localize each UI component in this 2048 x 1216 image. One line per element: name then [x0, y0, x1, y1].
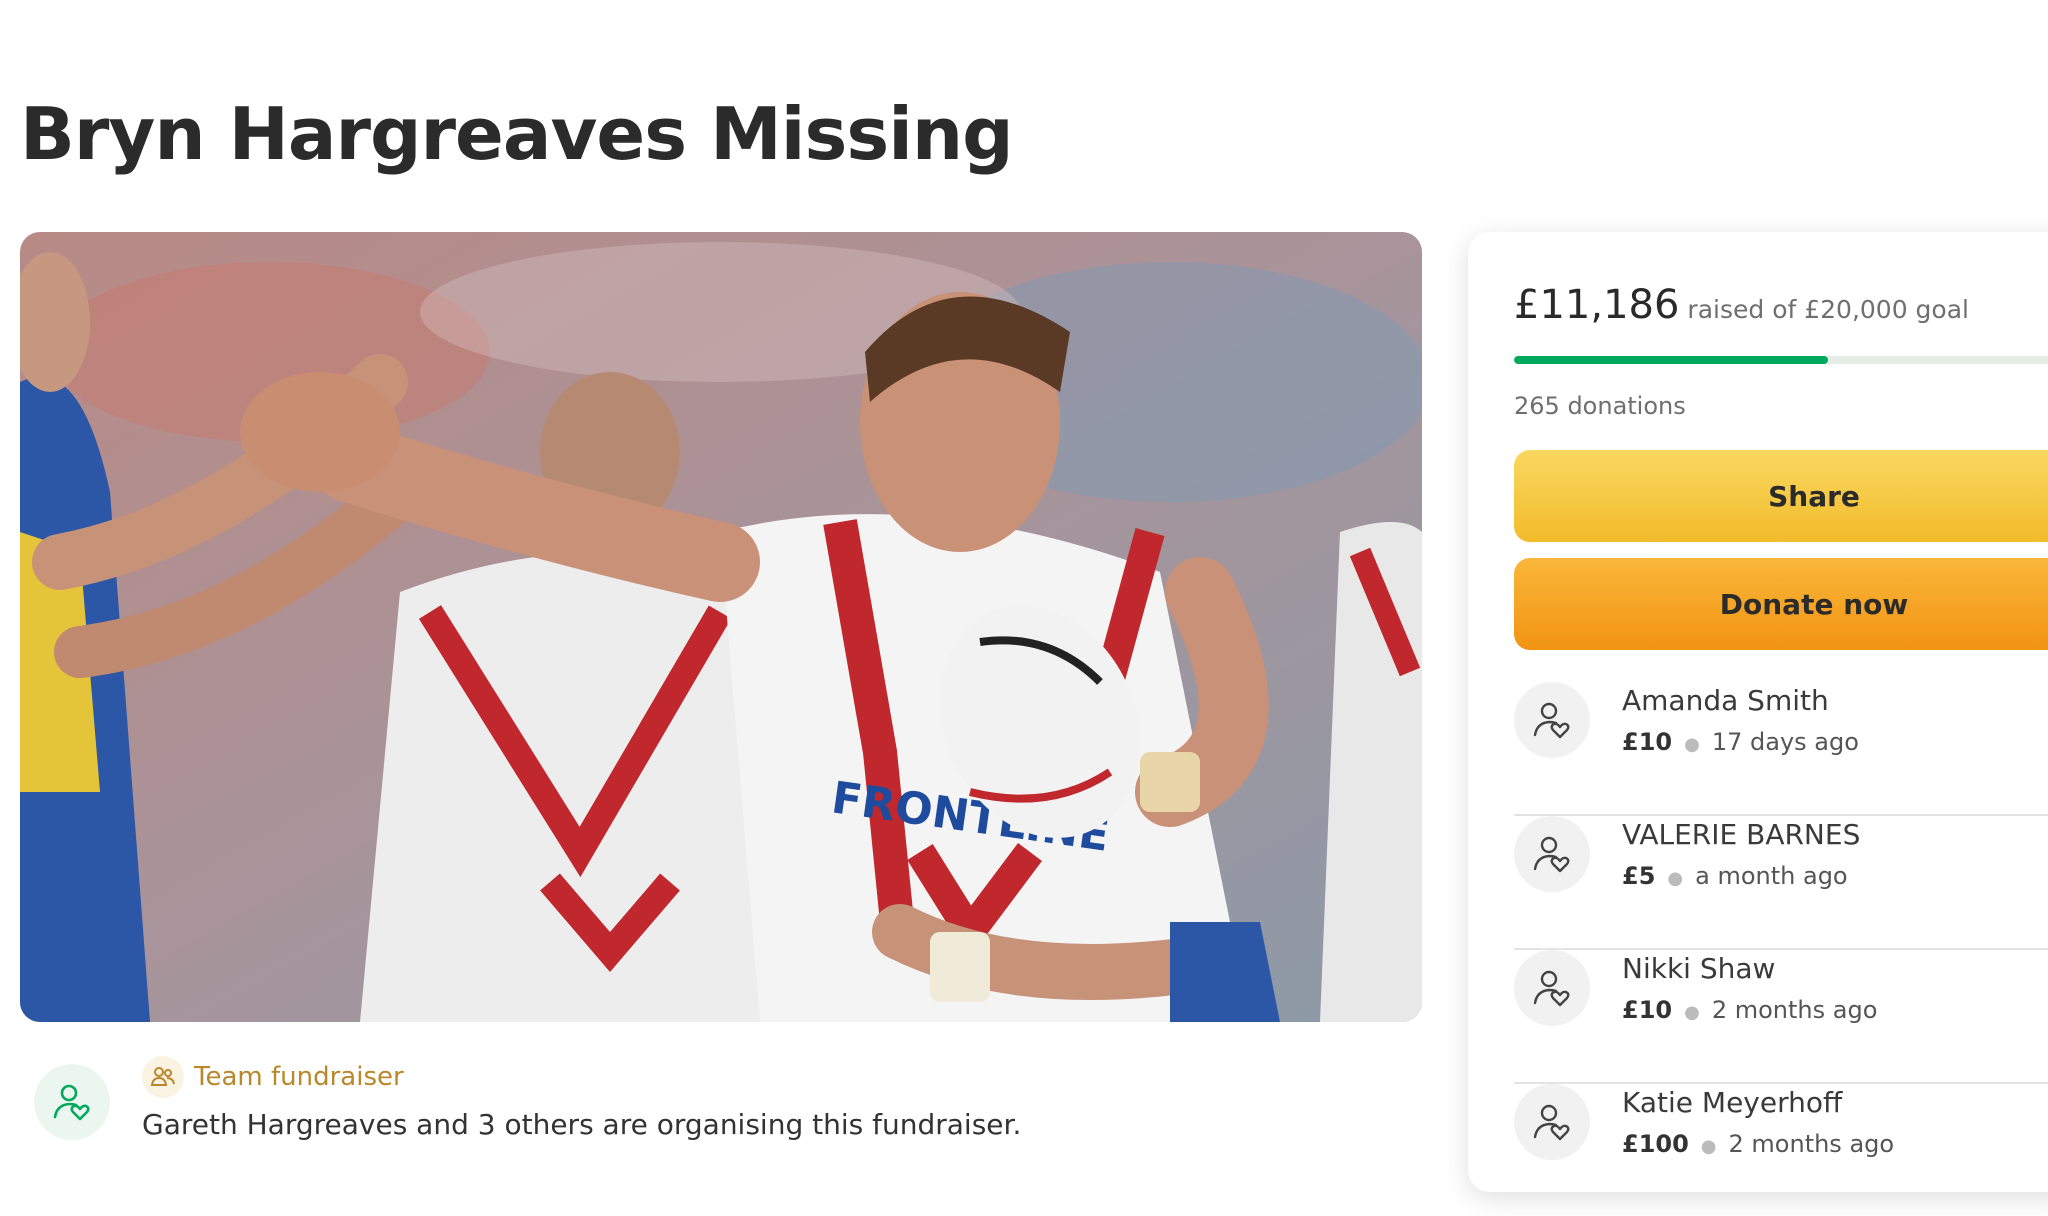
donation-time: 17 days ago	[1711, 728, 1859, 756]
donor-meta: £100 ● 2 months ago	[1622, 1130, 1894, 1158]
donor-list-item: Nikki Shaw £10 ● 2 months ago	[1514, 948, 2048, 1084]
donor-meta: £5 ● a month ago	[1622, 862, 1848, 890]
donation-amount: £5	[1622, 862, 1656, 890]
raised-amount: £11,186	[1514, 282, 1680, 328]
donation-time: 2 months ago	[1728, 1130, 1895, 1158]
donor-avatar	[1514, 682, 1590, 758]
separator-dot: ●	[1684, 1002, 1700, 1023]
hero-image: FRONTLINE	[20, 232, 1422, 1022]
donate-button-label: Donate now	[1719, 588, 1909, 621]
team-fundraiser-label: Team fundraiser	[194, 1062, 404, 1092]
donation-amount: £10	[1622, 996, 1673, 1024]
organiser-avatar	[34, 1064, 110, 1140]
donor-list-item: Katie Meyerhoff £100 ● 2 months ago	[1514, 1082, 2048, 1216]
donor-name: Amanda Smith	[1622, 684, 1829, 717]
donor-meta: £10 ● 2 months ago	[1622, 996, 1877, 1024]
page-title: Bryn Hargreaves Missing	[20, 92, 1014, 176]
person-heart-icon	[1533, 1104, 1570, 1141]
donor-meta: £10 ● 17 days ago	[1622, 728, 1859, 756]
person-heart-icon	[1533, 836, 1570, 873]
donor-list-item: VALERIE BARNES £5 ● a month ago	[1514, 814, 2048, 950]
people-icon	[142, 1056, 184, 1098]
person-heart-icon	[1533, 702, 1570, 739]
donor-name: VALERIE BARNES	[1622, 818, 1861, 851]
donation-time: a month ago	[1695, 862, 1848, 890]
donor-avatar	[1514, 950, 1590, 1026]
donor-name: Katie Meyerhoff	[1622, 1086, 1843, 1119]
organiser-description: Gareth Hargreaves and 3 others are organ…	[142, 1108, 1022, 1141]
share-button[interactable]: Share	[1514, 450, 2048, 542]
team-fundraiser-badge: Team fundraiser	[142, 1056, 404, 1098]
share-button-label: Share	[1768, 480, 1860, 513]
goal-text: raised of £20,000 goal	[1687, 295, 1969, 324]
progress-bar	[1514, 356, 2048, 364]
donate-now-button[interactable]: Donate now	[1514, 558, 2048, 650]
donation-count: 265 donations	[1514, 392, 1686, 420]
donation-panel: £11,186 raised of £20,000 goal 265 donati…	[1468, 232, 2048, 1192]
person-heart-icon	[53, 1084, 90, 1121]
person-heart-icon	[1533, 970, 1570, 1007]
amount-raised: £11,186 raised of £20,000 goal	[1514, 282, 1969, 328]
donation-amount: £100	[1622, 1130, 1689, 1158]
donation-time: 2 months ago	[1711, 996, 1878, 1024]
donation-amount: £10	[1622, 728, 1673, 756]
donor-avatar	[1514, 1084, 1590, 1160]
separator-dot: ●	[1667, 868, 1684, 889]
donor-list-item: Amanda Smith £10 ● 17 days ago	[1514, 680, 2048, 816]
donor-avatar	[1514, 816, 1590, 892]
separator-dot: ●	[1684, 734, 1700, 755]
progress-bar-fill	[1514, 356, 1828, 364]
separator-dot: ●	[1700, 1136, 1717, 1157]
donor-name: Nikki Shaw	[1622, 952, 1776, 985]
